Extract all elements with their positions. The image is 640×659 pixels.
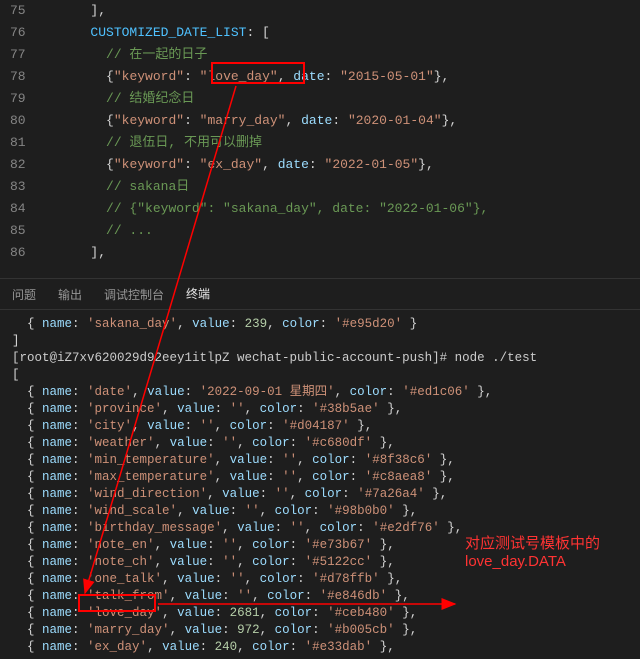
terminal-line: { name: 'marry_day', value: 972, color: …: [12, 622, 628, 639]
code-line[interactable]: ],: [44, 0, 640, 22]
terminal-line: { name: 'note_ch', value: '', color: '#5…: [12, 554, 628, 571]
code-line[interactable]: // sakana日: [44, 176, 640, 198]
tab-terminal[interactable]: 终端: [184, 277, 212, 311]
line-number: 80: [10, 110, 26, 132]
terminal-line: { name: 'talk_from', value: '', color: '…: [12, 588, 628, 605]
terminal-line: { name: 'max_temperature', value: '', co…: [12, 469, 628, 486]
code-line[interactable]: // {"keyword": "sakana_day", date: "2022…: [44, 198, 640, 220]
tab-debug-console[interactable]: 调试控制台: [102, 278, 166, 311]
code-line[interactable]: CUSTOMIZED_DATE_LIST: [: [44, 22, 640, 44]
terminal-line: { name: 'one_talk', value: '', color: '#…: [12, 571, 628, 588]
line-number: 77: [10, 44, 26, 66]
line-gutter: 757677787980818283848586: [0, 0, 44, 278]
terminal-line: { name: 'birthday_message', value: '', c…: [12, 520, 628, 537]
terminal-line: { name: 'date', value: '2022-09-01 星期四',…: [12, 384, 628, 401]
code-line[interactable]: // 在一起的日子: [44, 44, 640, 66]
line-number: 75: [10, 0, 26, 22]
line-number: 79: [10, 88, 26, 110]
terminal-line: [: [12, 367, 628, 384]
code-editor[interactable]: 757677787980818283848586 ], CUSTOMIZED_D…: [0, 0, 640, 278]
terminal-line: [root@iZ7xv620029d92eey1itlpZ wechat-pub…: [12, 350, 628, 367]
terminal-line: ]: [12, 333, 628, 350]
terminal-line: { name: 'ex_day', value: 240, color: '#e…: [12, 639, 628, 656]
line-number: 85: [10, 220, 26, 242]
terminal-line: { name: 'sakana_day', value: 239, color:…: [12, 316, 628, 333]
terminal-panel[interactable]: { name: 'sakana_day', value: 239, color:…: [0, 310, 640, 659]
code-line[interactable]: // 退伍日, 不用可以删掉: [44, 132, 640, 154]
terminal-line: { name: 'province', value: '', color: '#…: [12, 401, 628, 418]
line-number: 84: [10, 198, 26, 220]
line-number: 78: [10, 66, 26, 88]
terminal-line: { name: 'city', value: '', color: '#d041…: [12, 418, 628, 435]
terminal-line: { name: 'wind_direction', value: '', col…: [12, 486, 628, 503]
panel-tabs: 问题 输出 调试控制台 终端: [0, 278, 640, 310]
terminal-line: { name: 'wind_scale', value: '', color: …: [12, 503, 628, 520]
code-content[interactable]: ], CUSTOMIZED_DATE_LIST: [ // 在一起的日子 {"k…: [44, 0, 640, 278]
code-line[interactable]: {"keyword": "love_day", date: "2015-05-0…: [44, 66, 640, 88]
line-number: 81: [10, 132, 26, 154]
terminal-line: { name: 'weather', value: '', color: '#c…: [12, 435, 628, 452]
terminal-line: { name: 'min_temperature', value: '', co…: [12, 452, 628, 469]
tab-problems[interactable]: 问题: [10, 278, 38, 311]
line-number: 86: [10, 242, 26, 264]
terminal-line: { name: 'love_day', value: 2681, color: …: [12, 605, 628, 622]
code-line[interactable]: ],: [44, 242, 640, 264]
code-line[interactable]: // ...: [44, 220, 640, 242]
tab-output[interactable]: 输出: [56, 278, 84, 311]
line-number: 82: [10, 154, 26, 176]
code-line[interactable]: {"keyword": "ex_day", date: "2022-01-05"…: [44, 154, 640, 176]
terminal-line: { name: 'note_en', value: '', color: '#e…: [12, 537, 628, 554]
line-number: 76: [10, 22, 26, 44]
code-line[interactable]: // 结婚纪念日: [44, 88, 640, 110]
line-number: 83: [10, 176, 26, 198]
code-line[interactable]: {"keyword": "marry_day", date: "2020-01-…: [44, 110, 640, 132]
